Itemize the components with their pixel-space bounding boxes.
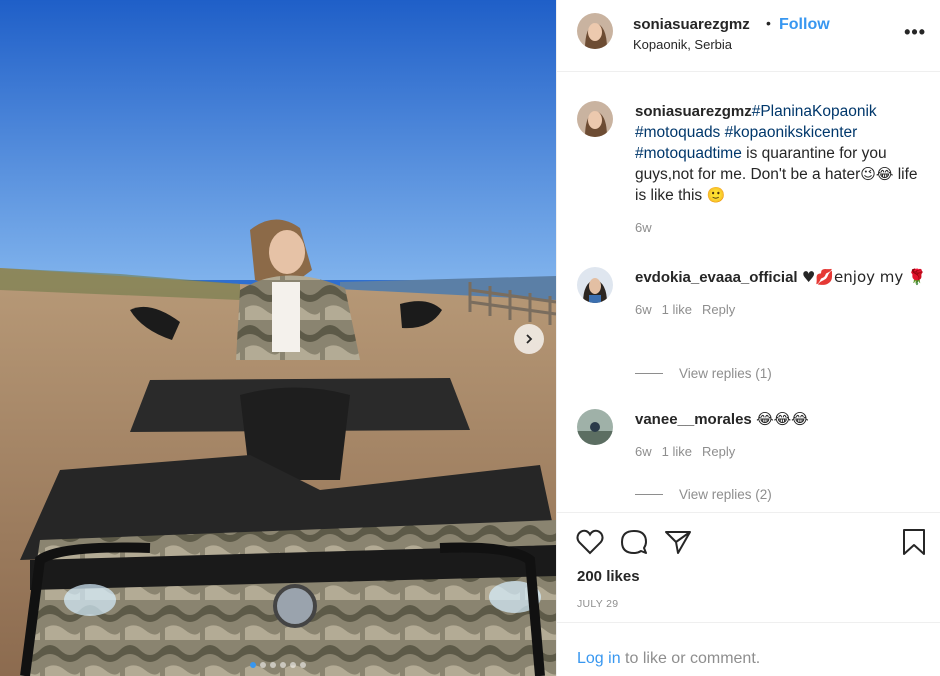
follow-button[interactable]: Follow bbox=[779, 16, 830, 34]
post-photo[interactable] bbox=[0, 0, 556, 676]
action-icons bbox=[575, 527, 693, 557]
carousel-next-button[interactable] bbox=[514, 324, 544, 354]
caption: soniasuarezgmz#PlaninaKopaonik #motoquad… bbox=[577, 101, 927, 235]
carousel-dot bbox=[280, 662, 286, 668]
separator-dot: • bbox=[766, 15, 771, 31]
comment-meta: 6w 1 like Reply bbox=[635, 444, 927, 459]
avatar[interactable] bbox=[577, 101, 613, 137]
avatar[interactable] bbox=[577, 13, 613, 49]
divider-line bbox=[635, 494, 663, 495]
share-icon bbox=[665, 531, 691, 554]
comment-text: vanee__morales 😂😂😂 bbox=[635, 409, 927, 430]
avatar[interactable] bbox=[577, 267, 613, 303]
login-prompt: Log in to like or comment. bbox=[557, 622, 940, 676]
post-location[interactable]: Kopaonik, Serbia bbox=[633, 37, 732, 52]
bookmark-icon bbox=[903, 529, 925, 555]
comment-meta: 6w 1 like Reply bbox=[635, 302, 927, 317]
carousel-dot bbox=[270, 662, 276, 668]
login-text: Log in to like or comment. bbox=[577, 650, 760, 668]
post-author-username[interactable]: soniasuarezgmz bbox=[633, 16, 750, 33]
hashtag[interactable]: #motoquadtime bbox=[635, 145, 742, 162]
view-replies-label: View replies (1) bbox=[679, 366, 772, 381]
timestamp[interactable]: 6w bbox=[635, 220, 652, 235]
login-rest: to like or comment. bbox=[625, 650, 761, 667]
hashtag[interactable]: #motoquads bbox=[635, 124, 720, 141]
hashtag[interactable]: #PlaninaKopaonik bbox=[752, 103, 877, 120]
carousel-dot bbox=[250, 662, 256, 668]
carousel-dot bbox=[300, 662, 306, 668]
share-button[interactable] bbox=[663, 527, 693, 557]
caption-meta: 6w bbox=[635, 220, 927, 235]
more-options-icon[interactable]: ••• bbox=[904, 22, 926, 43]
rose-emoji: 🌹 bbox=[907, 268, 927, 286]
divider-line bbox=[635, 373, 663, 374]
timestamp[interactable]: 6w bbox=[635, 302, 652, 317]
comment-username[interactable]: evdokia_evaaa_official bbox=[635, 269, 798, 286]
comment-likes[interactable]: 1 like bbox=[662, 302, 692, 317]
carousel-dots bbox=[0, 662, 556, 668]
login-link[interactable]: Log in bbox=[577, 650, 621, 667]
comment-text: evdokia_evaaa_official ♥💋enjoy my 🌹 bbox=[635, 267, 927, 288]
comment-button[interactable] bbox=[619, 527, 649, 557]
caption-emoji: 😉😂 bbox=[860, 165, 894, 183]
avatar[interactable] bbox=[577, 409, 613, 445]
comment-icon bbox=[621, 530, 647, 554]
view-replies-button[interactable]: View replies (1) bbox=[635, 366, 772, 381]
reply-button[interactable]: Reply bbox=[702, 444, 735, 459]
caption-emoji-2: 🙂 bbox=[706, 186, 726, 204]
carousel-dot bbox=[260, 662, 266, 668]
carousel-dot bbox=[290, 662, 296, 668]
caption-text: soniasuarezgmz#PlaninaKopaonik #motoquad… bbox=[635, 101, 927, 206]
like-button[interactable] bbox=[575, 527, 605, 557]
view-replies-button[interactable]: View replies (2) bbox=[635, 487, 772, 502]
caption-username[interactable]: soniasuarezgmz bbox=[635, 103, 752, 120]
comment-item: evdokia_evaaa_official ♥💋enjoy my 🌹 6w 1… bbox=[577, 267, 927, 317]
atv-photo bbox=[0, 0, 556, 676]
post-date[interactable]: JULY 29 bbox=[577, 598, 618, 610]
post-side-panel: soniasuarezgmz • Follow Kopaonik, Serbia… bbox=[556, 0, 940, 676]
comment-item: vanee__morales 😂😂😂 6w 1 like Reply bbox=[577, 409, 927, 459]
view-replies-label: View replies (2) bbox=[679, 487, 772, 502]
post-actions: 200 likes JULY 29 bbox=[557, 512, 940, 622]
comment-username[interactable]: vanee__morales bbox=[635, 411, 752, 428]
post-header: soniasuarezgmz • Follow Kopaonik, Serbia… bbox=[557, 0, 940, 72]
save-button[interactable] bbox=[899, 527, 929, 557]
hashtag[interactable]: #kopaonikskicenter bbox=[725, 124, 858, 141]
chevron-right-icon bbox=[526, 334, 533, 344]
comment-message: ♥💋enjoy my bbox=[801, 268, 904, 286]
laughing-emoji: 😂😂😂 bbox=[756, 410, 809, 428]
timestamp[interactable]: 6w bbox=[635, 444, 652, 459]
comment-likes[interactable]: 1 like bbox=[662, 444, 692, 459]
likes-count[interactable]: 200 likes bbox=[577, 568, 640, 585]
heart-icon bbox=[576, 529, 604, 555]
reply-button[interactable]: Reply bbox=[702, 302, 735, 317]
